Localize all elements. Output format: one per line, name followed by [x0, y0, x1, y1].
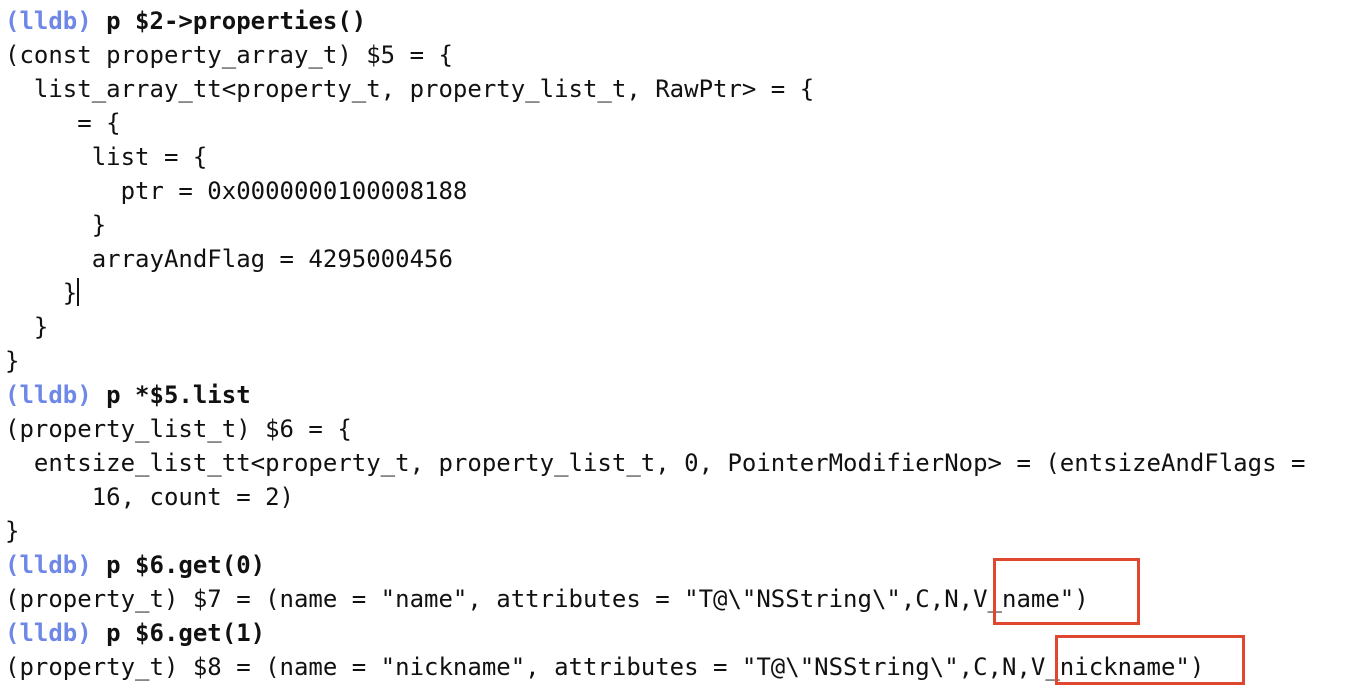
output-line: } [5, 517, 20, 545]
output-line: (property_list_t) $6 = { [5, 415, 352, 443]
highlight-box-v-name [993, 558, 1140, 625]
output-text: } [5, 279, 78, 307]
command-text: p $6.get(1) [91, 619, 266, 647]
command-line: (lldb) p *$5.list [5, 378, 251, 412]
command-line: (lldb) p $2->properties() [5, 4, 366, 38]
lldb-prompt: (lldb) [5, 7, 92, 35]
lldb-prompt: (lldb) [5, 381, 92, 409]
output-line: 16, count = 2) [5, 483, 294, 511]
output-line: arrayAndFlag = 4295000456 [5, 245, 453, 273]
command-text: p $6.get(0) [91, 551, 266, 579]
lldb-console[interactable]: (lldb) p $2->properties() (const propert… [0, 0, 1354, 690]
output-line: (property_t) $7 = (name = "name", attrib… [5, 585, 1089, 613]
output-line: entsize_list_tt<property_t, property_lis… [5, 449, 1306, 477]
text-cursor [77, 278, 80, 306]
output-line: (property_t) $8 = (name = "nickname", at… [5, 653, 1205, 681]
output-line: } [5, 276, 80, 310]
command-line: (lldb) p $6.get(1) [5, 616, 265, 650]
output-line: ptr = 0x0000000100008188 [5, 177, 468, 205]
output-line: list_array_tt<property_t, property_list_… [5, 75, 815, 103]
output-line: (const property_array_t) $5 = { [5, 41, 453, 69]
command-text: p *$5.list [91, 381, 251, 409]
command-line: (lldb) p $6.get(0) [5, 548, 265, 582]
output-line: } [5, 313, 49, 341]
output-line: list = { [5, 143, 208, 171]
lldb-prompt: (lldb) [5, 551, 92, 579]
highlight-box-v-nickname [1055, 635, 1245, 685]
output-line: } [5, 347, 20, 375]
output-line: = { [5, 109, 121, 137]
output-line: } [5, 211, 107, 239]
lldb-prompt: (lldb) [5, 619, 92, 647]
command-text: p $2->properties() [91, 7, 367, 35]
